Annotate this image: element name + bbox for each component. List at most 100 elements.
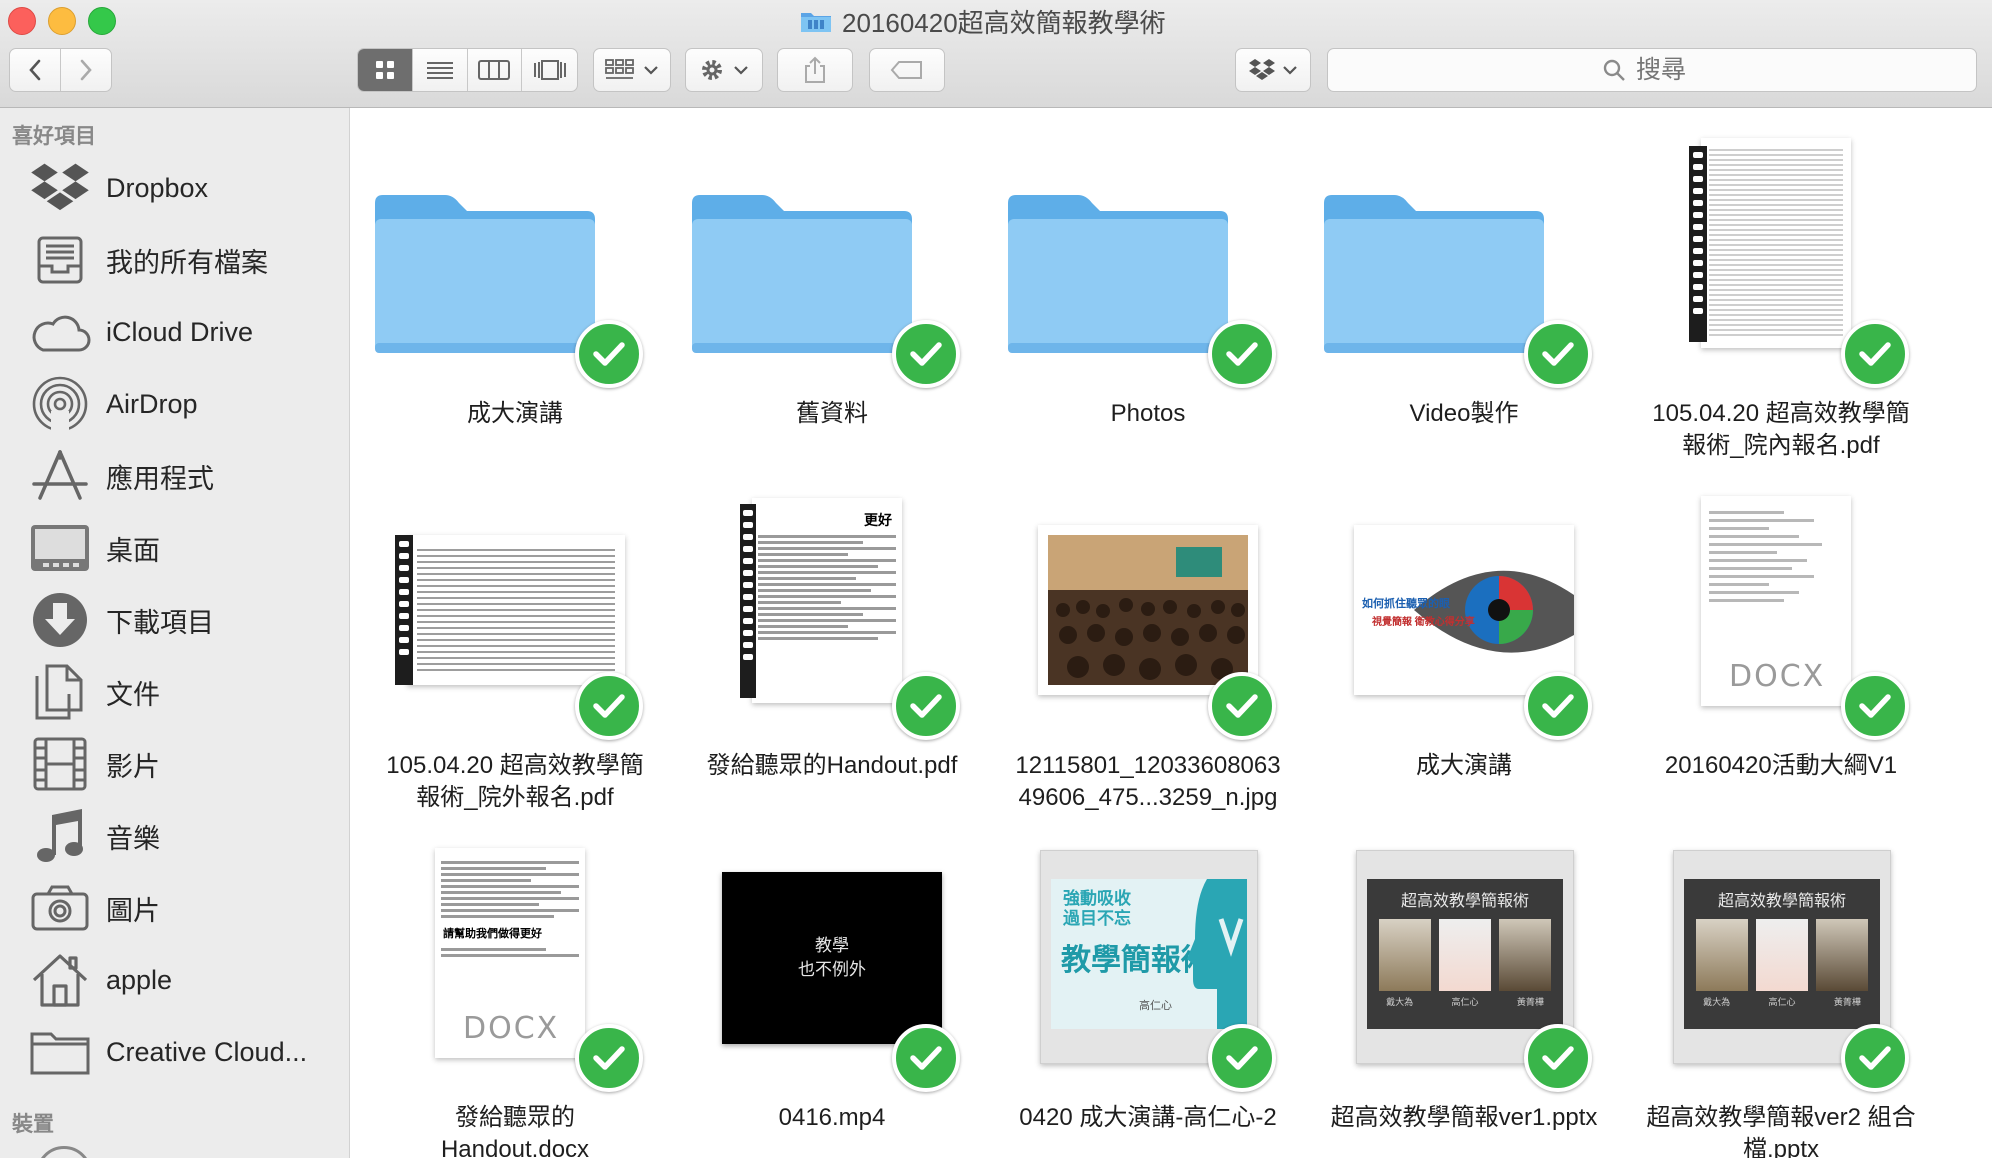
sidebar-item-downloads[interactable]: 下載項目 (0, 590, 349, 650)
file-name: 發給聽眾的Handout.pdf (706, 752, 958, 779)
window-title: 20160420超高效簡報教學術 (800, 3, 1166, 39)
sync-status-icon (1524, 672, 1592, 740)
file-name: 舊資料 (796, 400, 868, 427)
thumbnail-text: 高仁心 (1139, 1000, 1172, 1012)
thumbnail-text: 超高效教學簡報術 (1400, 893, 1529, 910)
sidebar-item-label: apple (106, 964, 173, 995)
thumbnail-text: 強動吸收 (1063, 889, 1131, 908)
lecture-hall-photo (1048, 535, 1248, 685)
dropbox-menu-button[interactable] (1235, 48, 1311, 92)
presenter-name: 黃菁樺 (1516, 997, 1544, 1007)
arrange-grid-icon (605, 59, 634, 79)
docx-badge: DOCX (463, 1011, 560, 1046)
back-button[interactable] (10, 49, 61, 91)
sync-status-icon (1841, 672, 1909, 740)
column-view-button[interactable] (468, 49, 523, 91)
sidebar-item-label: 影片 (106, 751, 160, 782)
file-name: 20160420活動大綱V1 (1664, 752, 1898, 779)
thumbnail-text: 過目不忘 (1063, 909, 1131, 928)
sidebar-item-pictures[interactable]: 圖片 (0, 878, 349, 938)
sidebar-item-documents[interactable]: 文件 (0, 662, 349, 722)
file-browser-content: 成大演講 舊資料 Photos Video製作 105.04.20 超高效教學簡… (350, 108, 1992, 1158)
tags-button[interactable] (869, 48, 945, 92)
file-item-folder-3[interactable]: Photos (998, 138, 1298, 478)
view-mode-control (357, 48, 578, 92)
file-item-handout-pdf[interactable]: 更好 發給聽眾的Handout.pdf (682, 490, 982, 830)
file-item-eye-image[interactable]: 如何抓住聽眾的眼 視覺簡報 衛教心得分享 成大演講 (1314, 490, 1614, 830)
file-name: Photos (1110, 400, 1186, 427)
window-title-text: 20160420超高效簡報教學術 (842, 7, 1166, 38)
file-item-docx-outline[interactable]: DOCX 20160420活動大綱V1 (1631, 490, 1931, 830)
history-navigation (9, 48, 112, 92)
sync-status-icon (1208, 320, 1276, 388)
sidebar-item-music[interactable]: 音樂 (0, 806, 349, 866)
sidebar-item-icloud-drive[interactable]: iCloud Drive (0, 302, 349, 362)
sidebar-item-label: Creative Cloud... (106, 1036, 308, 1067)
sync-status-icon (1208, 1024, 1276, 1092)
sidebar-item-dropbox[interactable]: Dropbox (0, 158, 349, 218)
file-name: 超高效教學簡報ver2 組合 檔.pptx (1646, 1104, 1916, 1158)
action-button[interactable] (685, 48, 763, 92)
docx-thumbnail: 請幫助我們做得更好 DOCX (435, 848, 585, 1058)
file-item-folder-4[interactable]: Video製作 (1314, 138, 1614, 478)
forward-button[interactable] (61, 49, 111, 91)
file-name: 12115801_12033608063 49606_475...3259_n.… (1015, 752, 1281, 811)
file-item-pptx-v2[interactable]: 超高效教學簡報術 戴大為 高仁心 黃菁樺 超高效教學簡報ver2 組合 檔.pptx (1631, 842, 1931, 1158)
search-field[interactable] (1327, 48, 1977, 92)
tag-icon (890, 61, 922, 79)
sidebar-item-desktop[interactable]: 桌面 (0, 518, 349, 578)
image-thumbnail: 如何抓住聽眾的眼 視覺簡報 衛教心得分享 (1354, 525, 1574, 695)
home-icon (32, 954, 88, 1007)
file-item-photo[interactable]: 12115801_12033608063 49606_475...3259_n.… (998, 490, 1298, 830)
sync-status-icon (1841, 1024, 1909, 1092)
sidebar-item-creative-cloud[interactable]: Creative Cloud... (0, 1022, 349, 1082)
sync-status-icon (892, 672, 960, 740)
file-item-pdf-landscape[interactable]: 105.04.20 超高效教學簡 報術_院外報名.pdf (365, 490, 665, 830)
head-silhouette-icon (1187, 879, 1247, 1029)
gear-icon (702, 60, 722, 80)
file-name: Video製作 (1409, 400, 1519, 427)
pdf-thumbnail (1701, 138, 1851, 348)
thumbnail-text: 更好 (864, 512, 892, 528)
file-item-folder-1[interactable]: 成大演講 (365, 138, 665, 478)
file-item-pdf-spreadsheet[interactable]: 105.04.20 超高效教學簡 報術_院內報名.pdf (1631, 138, 1931, 478)
sidebar-item-label: 我的所有檔案 (106, 247, 268, 278)
file-item-video[interactable]: 教學 也不例外 0416.mp4 (682, 842, 982, 1158)
thumbnail-text: 也不例外 (798, 960, 866, 979)
file-item-pptx-v1[interactable]: 超高效教學簡報術 戴大為 高仁心 黃菁樺 超高效教學簡報ver1.pptx (1314, 842, 1614, 1158)
sync-status-icon (892, 320, 960, 388)
sidebar-item-label: AirDrop (106, 388, 198, 419)
share-button[interactable] (777, 48, 853, 92)
sidebar-item-airdrop[interactable]: AirDrop (0, 374, 349, 434)
gallery-view-button[interactable] (522, 49, 577, 91)
favorites-heading: 喜好項目 (12, 125, 96, 148)
zoom-window-button[interactable] (88, 7, 116, 35)
close-window-button[interactable] (8, 7, 36, 35)
file-item-handout-docx[interactable]: 請幫助我們做得更好 DOCX 發給聽眾的 Handout.docx (365, 842, 665, 1158)
presenter-name: 高仁心 (1768, 997, 1796, 1007)
sidebar-item-movies[interactable]: 影片 (0, 734, 349, 794)
sidebar: 喜好項目 Dropbox 我的所有檔案 iCloud Drive AirDrop… (0, 108, 350, 1158)
search-input[interactable] (1634, 54, 1702, 86)
file-name: 0416.mp4 (778, 1104, 886, 1131)
window-toolbar: 20160420超高效簡報教學術 (0, 0, 1992, 108)
columns-icon (478, 60, 511, 80)
pdf-thumbnail: 更好 (752, 498, 902, 703)
arrange-button[interactable] (593, 48, 671, 92)
sync-status-icon (575, 320, 643, 388)
minimize-window-button[interactable] (48, 7, 76, 35)
file-item-slide-teal[interactable]: 強動吸收 過目不忘 教學簡報術 高仁心 0420 成大演講-高仁心-2 (998, 842, 1298, 1158)
cover-flow-icon (533, 60, 566, 80)
movies-icon (33, 737, 87, 791)
file-item-folder-2[interactable]: 舊資料 (682, 138, 982, 478)
list-view-button[interactable] (413, 49, 468, 91)
chevron-down-icon (1283, 66, 1297, 75)
desktop-icon (31, 525, 89, 571)
applications-icon (32, 450, 88, 500)
sidebar-item-label: iCloud Drive (106, 316, 254, 347)
icon-view-button[interactable] (358, 49, 413, 91)
sidebar-item-label: 應用程式 (106, 463, 214, 494)
sidebar-item-home[interactable]: apple (0, 950, 349, 1010)
sidebar-item-all-my-files[interactable]: 我的所有檔案 (0, 230, 349, 290)
sidebar-item-applications[interactable]: 應用程式 (0, 446, 349, 506)
